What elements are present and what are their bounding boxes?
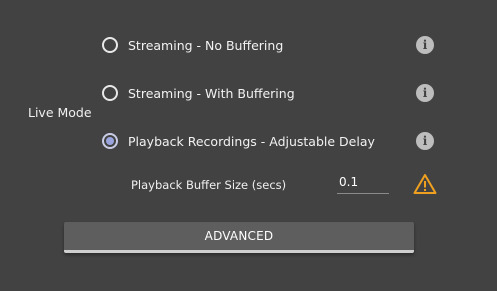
live-mode-label: Live Mode [28,105,92,120]
radio-circle[interactable] [102,37,118,53]
info-icon[interactable]: i [416,132,434,150]
buffer-size-label: Playback Buffer Size (secs) [131,178,287,192]
info-icon[interactable]: i [416,84,434,102]
radio-label: Streaming - No Buffering [128,37,284,53]
radio-label: Streaming - With Buffering [128,85,295,101]
radio-circle-selected[interactable] [102,133,118,149]
radio-label: Playback Recordings - Adjustable Delay [128,133,375,149]
radio-streaming-with-buffering[interactable]: Streaming - With Buffering [102,82,295,104]
buffer-size-input[interactable] [337,170,389,194]
advanced-button[interactable]: ADVANCED [64,222,414,253]
warning-triangle-icon [413,174,437,194]
radio-playback-recordings[interactable]: Playback Recordings - Adjustable Delay [102,130,375,152]
radio-streaming-no-buffering[interactable]: Streaming - No Buffering [102,34,283,56]
radio-circle[interactable] [102,85,118,101]
info-icon[interactable]: i [416,36,434,54]
